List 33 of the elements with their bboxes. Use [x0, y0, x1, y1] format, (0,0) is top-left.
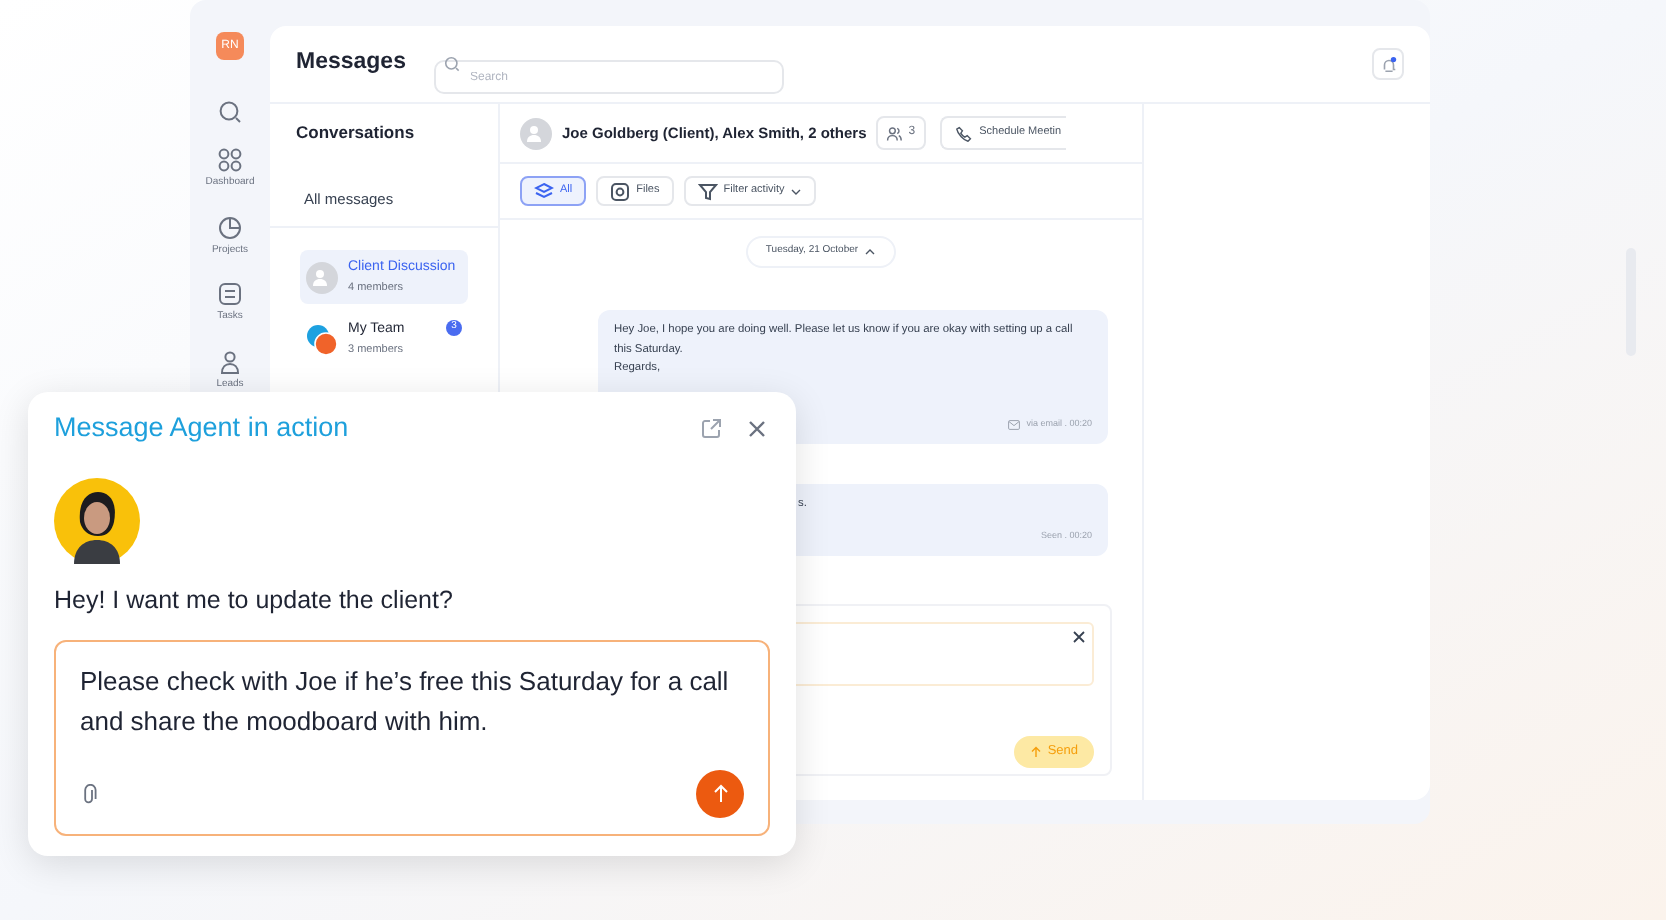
agent-avatar	[54, 478, 140, 565]
message-field[interactable]: Please check with Joe if he’s free this Saturday for a call and share the moodboard with him.	[54, 640, 770, 836]
chevron-down-icon	[790, 185, 803, 197]
agent-message: Hey! I want me to update the client?	[54, 584, 455, 619]
grid-icon	[218, 148, 242, 172]
notification-button[interactable]	[1372, 48, 1404, 80]
team-avatar-icon	[306, 323, 338, 355]
chart-icon	[218, 215, 242, 239]
image-icon	[610, 181, 631, 201]
filter-icon	[697, 181, 718, 201]
arrow-up-icon	[711, 784, 729, 804]
person-icon	[218, 349, 242, 373]
message-value: Please check with Joe if he’s free this Saturday for a call and share the moodboard with him.	[80, 664, 730, 740]
agent-title: Message Agent in action	[54, 410, 349, 446]
phone-icon	[955, 125, 972, 141]
arrow-up-icon	[1029, 746, 1042, 758]
group-avatar-icon	[306, 261, 338, 293]
group-avatar-icon	[520, 117, 552, 149]
send-button[interactable]	[696, 770, 744, 818]
section-title: Conversations	[294, 120, 417, 146]
mail-icon	[1008, 420, 1021, 431]
bell-icon	[1379, 55, 1397, 73]
layers-icon	[534, 181, 554, 201]
chevron-up-icon	[864, 246, 877, 258]
list-icon	[218, 282, 242, 306]
people-icon	[886, 125, 903, 141]
close-icon[interactable]	[748, 419, 766, 438]
paperclip-icon[interactable]	[80, 783, 98, 805]
search-icon	[443, 56, 460, 72]
external-link-icon[interactable]	[700, 417, 722, 440]
search-icon[interactable]	[218, 100, 242, 124]
page-title: Messages	[296, 48, 406, 79]
close-icon[interactable]	[1072, 630, 1086, 644]
